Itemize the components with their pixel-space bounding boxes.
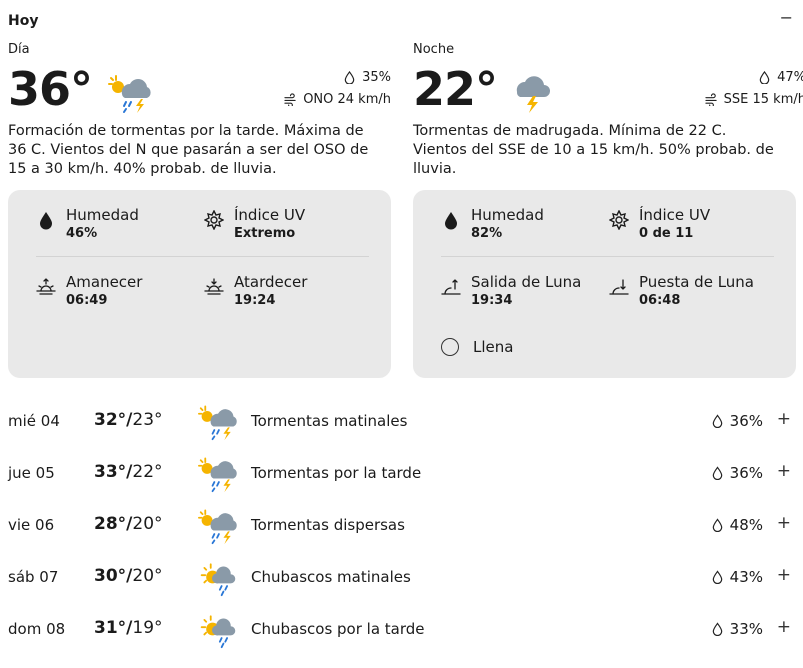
collapse-button[interactable]: − [780,8,793,27]
night-description: Tormentas de madrugada. Mínima de 22 C. … [413,123,774,177]
cloud-storm-icon [516,76,550,113]
day-precip-value: 35% [362,69,391,85]
sun-cloud-rain-storm-icon [198,457,237,493]
sunrise-icon [36,278,56,295]
raindrop-icon [712,570,722,584]
moonset-icon [609,279,629,295]
today-header: Hoy − [8,8,795,30]
raindrop-icon [712,414,722,428]
day-mini-stats: 35% ONO 24 km/h [284,66,391,110]
humidity-drop-icon [40,212,52,230]
full-moon-icon [441,338,459,356]
sunset-icon [204,278,224,295]
sun-cloud-rain-storm-icon [198,405,237,441]
night-summary: Noche 22° 47% SSE 15 km/h Tormentas de m… [413,42,803,179]
moonrise-icon [441,279,461,295]
card-divider [36,256,369,257]
sun-cloud-rain-icon [200,563,236,597]
day-temperature: 36° [8,62,93,116]
expand-button[interactable]: + [777,565,791,585]
forecast-row[interactable]: sáb 07 30°/20° Chubascos matinales 43% + [8,551,795,603]
humidity-drop-icon [445,212,457,230]
night-mini-stats: 47% SSE 15 km/h [705,66,803,110]
expand-button[interactable]: + [777,617,791,637]
night-label: Noche [413,42,455,57]
sun-outline-icon [609,210,629,230]
sun-outline-icon [204,210,224,230]
expand-button[interactable]: + [777,461,791,481]
raindrop-icon [344,70,355,84]
raindrop-icon [759,70,770,84]
forecast-row[interactable]: mié 04 32°/23° Tormentas matinales 36% + [8,395,795,447]
raindrop-icon [712,466,722,480]
sun-cloud-rain-icon [200,615,236,649]
day-description: Formación de tormentas por la tarde. Máx… [8,123,369,177]
forecast-row[interactable]: vie 06 28°/20° Tormentas dispersas 48% + [8,499,795,551]
expand-button[interactable]: + [777,513,791,533]
raindrop-icon [712,518,722,532]
section-title: Hoy [8,13,39,29]
day-details-card: Humedad 46% Índice UV Extremo Amanecer 0… [8,190,391,378]
wind-icon [705,92,717,106]
raindrop-icon [712,622,722,636]
day-wind-value: ONO 24 km/h [303,91,391,107]
night-precip-value: 47% [777,69,803,85]
moon-phase-label: Llena [473,338,514,356]
sun-cloud-rain-storm-icon [198,509,237,545]
forecast-row[interactable]: dom 08 31°/19° Chubascos por la tarde 33… [8,603,795,655]
day-summary: Día 36° 35% ONO 24 km/h Formación de tor… [8,42,391,179]
night-wind-value: SSE 15 km/h [723,91,803,107]
daily-forecast-list: mié 04 32°/23° Tormentas matinales 36% +… [8,395,795,655]
moon-phase: Llena [441,338,513,356]
night-details-card: Humedad 82% Índice UV 0 de 11 Salida de … [413,190,796,378]
night-temperature: 22° [413,62,498,116]
wind-icon [284,92,296,106]
expand-button[interactable]: + [777,409,791,429]
card-divider [441,256,774,257]
forecast-row[interactable]: jue 05 33°/22° Tormentas por la tarde 36… [8,447,795,499]
sun-cloud-rain-storm-icon [108,75,151,113]
day-label: Día [8,42,30,57]
